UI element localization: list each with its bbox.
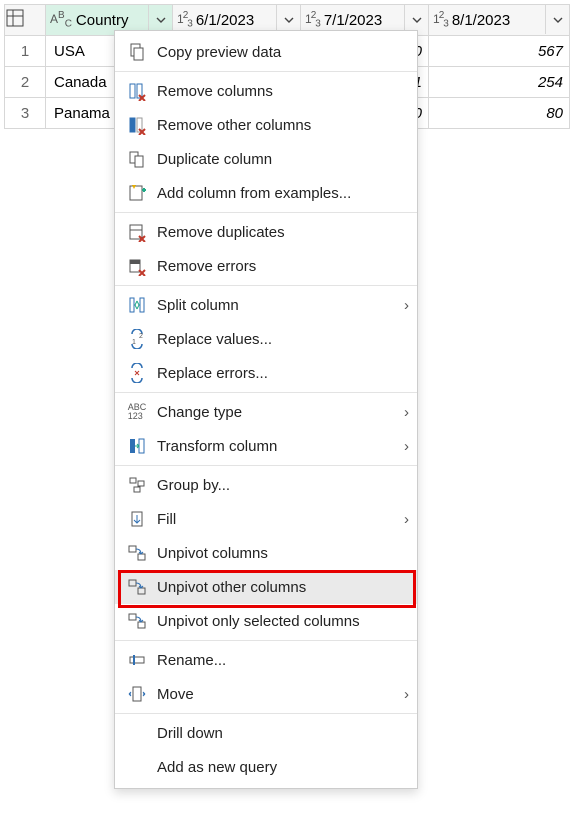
add-column-examples-icon	[123, 181, 151, 205]
svg-text:2: 2	[139, 333, 143, 340]
menu-add-as-new-query[interactable]: Add as new query	[115, 750, 417, 784]
transform-column-icon	[123, 434, 151, 458]
replace-errors-icon	[123, 361, 151, 385]
column-label: 7/1/2023	[324, 12, 382, 29]
column-header-d3[interactable]: 123 8/1/2023	[429, 5, 570, 36]
row-number: 2	[5, 67, 46, 98]
remove-other-columns-icon	[123, 113, 151, 137]
menu-replace-errors[interactable]: Replace errors...	[115, 356, 417, 390]
cell-value[interactable]: 567	[429, 36, 570, 67]
menu-fill[interactable]: Fill ›	[115, 502, 417, 536]
menu-remove-other-columns[interactable]: Remove other columns	[115, 108, 417, 142]
menu-rename[interactable]: Rename...	[115, 643, 417, 677]
column-label: Country	[76, 12, 129, 29]
menu-drill-down[interactable]: Drill down	[115, 716, 417, 750]
move-icon	[123, 682, 151, 706]
type-number-icon: 123	[433, 10, 448, 29]
menu-separator	[115, 71, 417, 72]
menu-separator	[115, 465, 417, 466]
type-text-icon: ABC	[50, 10, 72, 29]
menu-unpivot-columns[interactable]: Unpivot columns	[115, 536, 417, 570]
svg-text:1: 1	[132, 339, 136, 346]
blank-icon	[123, 755, 151, 779]
column-label: 8/1/2023	[452, 12, 510, 29]
column-label: 6/1/2023	[196, 12, 254, 29]
menu-group-by[interactable]: Group by...	[115, 468, 417, 502]
row-number: 1	[5, 36, 46, 67]
chevron-right-icon: ›	[393, 297, 409, 314]
menu-separator	[115, 212, 417, 213]
table-icon	[5, 15, 25, 32]
split-column-icon	[123, 293, 151, 317]
chevron-right-icon: ›	[393, 686, 409, 703]
chevron-right-icon: ›	[393, 511, 409, 528]
menu-transform-column[interactable]: Transform column ›	[115, 429, 417, 463]
group-by-icon	[123, 473, 151, 497]
type-number-icon: 123	[305, 10, 320, 29]
column-context-menu: Copy preview data Remove columns Remove …	[114, 30, 418, 789]
type-number-icon: 123	[177, 10, 192, 29]
replace-values-icon: 12	[123, 327, 151, 351]
remove-duplicates-icon	[123, 220, 151, 244]
fill-icon	[123, 507, 151, 531]
remove-errors-icon	[123, 254, 151, 278]
menu-separator	[115, 640, 417, 641]
menu-duplicate-column[interactable]: Duplicate column	[115, 142, 417, 176]
menu-copy-preview[interactable]: Copy preview data	[115, 35, 417, 69]
duplicate-icon	[123, 147, 151, 171]
menu-separator	[115, 285, 417, 286]
remove-columns-icon	[123, 79, 151, 103]
blank-icon	[123, 721, 151, 745]
unpivot-other-icon	[123, 575, 151, 599]
menu-remove-columns[interactable]: Remove columns	[115, 74, 417, 108]
menu-remove-duplicates[interactable]: Remove duplicates	[115, 215, 417, 249]
menu-separator	[115, 392, 417, 393]
menu-change-type[interactable]: ABC123 Change type ›	[115, 395, 417, 429]
cell-value[interactable]: 254	[429, 67, 570, 98]
menu-add-column-examples[interactable]: Add column from examples...	[115, 176, 417, 210]
column-filter-dropdown[interactable]	[545, 5, 569, 34]
chevron-right-icon: ›	[393, 438, 409, 455]
menu-move[interactable]: Move ›	[115, 677, 417, 711]
menu-unpivot-selected-columns[interactable]: Unpivot only selected columns	[115, 604, 417, 638]
menu-separator	[115, 713, 417, 714]
menu-remove-errors[interactable]: Remove errors	[115, 249, 417, 283]
chevron-right-icon: ›	[393, 404, 409, 421]
row-number: 3	[5, 98, 46, 129]
rename-icon	[123, 648, 151, 672]
unpivot-icon	[123, 541, 151, 565]
unpivot-selected-icon	[123, 609, 151, 633]
cell-value[interactable]: 80	[429, 98, 570, 129]
menu-replace-values[interactable]: 12 Replace values...	[115, 322, 417, 356]
select-all-corner[interactable]	[5, 5, 46, 36]
menu-split-column[interactable]: Split column ›	[115, 288, 417, 322]
menu-unpivot-other-columns[interactable]: Unpivot other columns	[115, 570, 417, 604]
copy-icon	[123, 40, 151, 64]
change-type-icon: ABC123	[123, 400, 151, 424]
